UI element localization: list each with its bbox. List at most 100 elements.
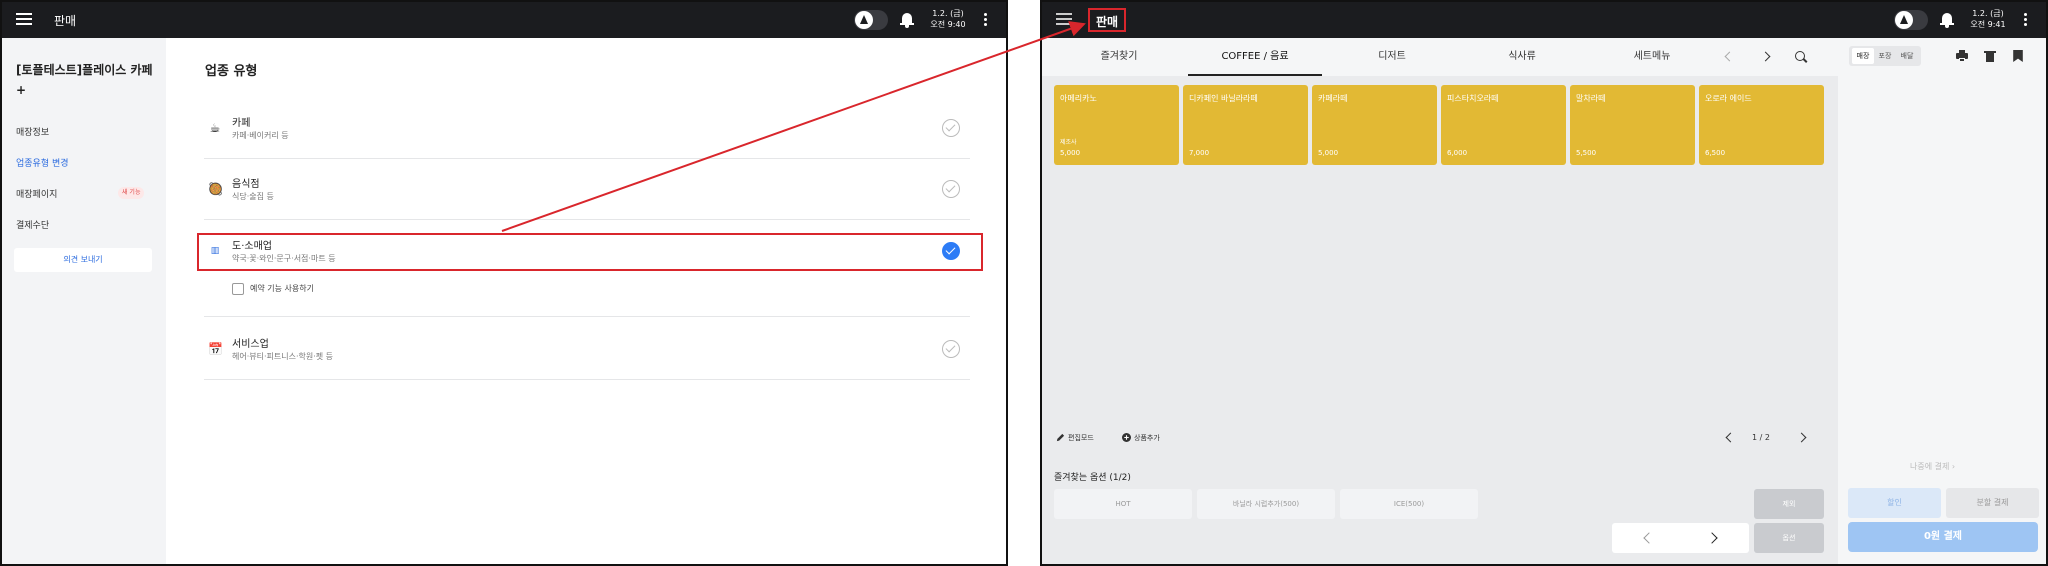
bell-icon[interactable] <box>900 12 914 28</box>
option-button[interactable]: 바닐라 시럽추가(500) <box>1197 489 1335 519</box>
cart-panel: 매장 포장 배달 나중에 결제 › 할인 분할 결제 0원 결제 <box>1838 38 2046 564</box>
type-desc: 식당·술집 등 <box>232 192 274 201</box>
screenshot-root: 판매 1.2. (금) 오전 9:40 [토플테스트]플레이스 카페+ 매장정보… <box>0 0 2048 566</box>
product-tile[interactable]: 오로라 에이드 6,500 <box>1699 85 1824 165</box>
top-bar: 판매 1.2. (금) 오전 9:40 <box>2 2 1006 38</box>
add-product-button[interactable]: 상품추가 <box>1122 433 1160 443</box>
divider <box>204 316 970 317</box>
mode-toggle[interactable] <box>1894 10 1928 30</box>
type-desc: 헤어·뷰티·피트니스·학원·펫 등 <box>232 352 334 361</box>
product-area: 즐겨찾기 COFFEE / 음료 디저트 식사류 세트메뉴 아메리카노 제조사 … <box>1042 38 1838 564</box>
more-icon[interactable] <box>984 13 988 27</box>
check-icon[interactable] <box>942 340 960 358</box>
settings-screen: 판매 1.2. (금) 오전 9:40 [토플테스트]플레이스 카페+ 매장정보… <box>0 0 1008 566</box>
mode-toggle[interactable] <box>854 10 888 30</box>
product-tile[interactable]: 카페라떼 5,000 <box>1312 85 1437 165</box>
coffee-icon: ☕ <box>209 121 221 135</box>
remove-button[interactable]: 제외 <box>1754 489 1824 519</box>
page-next-icon[interactable] <box>1796 431 1810 445</box>
page-indicator: 1 / 2 <box>1752 433 1770 442</box>
favorite-options-title: 즐겨찾는 옵션 (1/2) <box>1054 473 1131 483</box>
bookmark-icon[interactable] <box>2013 50 2023 62</box>
sidebar-item-payment[interactable]: 결제수단 <box>16 218 49 231</box>
sidebar-item-business-type[interactable]: 업종유형 변경 <box>16 156 69 169</box>
hamburger-menu-icon[interactable] <box>1056 13 1072 27</box>
product-name: 피스타치오라떼 <box>1447 94 1499 103</box>
type-name: 서비스업 <box>232 339 269 350</box>
product-price: 7,000 <box>1189 149 1210 157</box>
check-icon[interactable] <box>942 180 960 198</box>
product-name: 아메리카노 <box>1060 94 1097 103</box>
store-name: [토플테스트]플레이스 카페+ <box>16 63 153 97</box>
chevron-right-icon[interactable] <box>1760 50 1774 64</box>
product-tile[interactable]: 피스타치오라떼 6,000 <box>1441 85 1566 165</box>
time-text: 오전 9:41 <box>1970 20 2006 29</box>
tab-favorites[interactable]: 즐겨찾기 <box>1064 38 1174 76</box>
chevron-left-icon[interactable] <box>1640 531 1654 545</box>
date-text: 1.2. (금) <box>932 9 964 18</box>
product-tile[interactable]: 디카페인 바닐라라떼 7,000 <box>1183 85 1308 165</box>
pay-button[interactable]: 0원 결제 <box>1848 522 2038 552</box>
plus-circle-icon <box>1122 433 1131 442</box>
product-price: 6,500 <box>1705 149 1726 157</box>
business-type-restaurant[interactable]: 🥘 음식점 식당·술집 등 <box>204 160 970 220</box>
page-prev-icon[interactable] <box>1722 431 1736 445</box>
bell-icon[interactable] <box>1940 12 1954 28</box>
product-name: 디카페인 바닐라라떼 <box>1189 94 1258 103</box>
clock: 1.2. (금) 오전 9:41 <box>1968 8 2008 30</box>
sidebar-item-store-page[interactable]: 매장페이지 <box>16 187 57 200</box>
option-button[interactable]: HOT <box>1054 489 1192 519</box>
category-tabs: 즐겨찾기 COFFEE / 음료 디저트 식사류 세트메뉴 <box>1042 38 1838 76</box>
option-button[interactable]: ICE(500) <box>1340 489 1478 519</box>
discount-button[interactable]: 할인 <box>1848 488 1941 518</box>
edit-mode-label: 편집모드 <box>1068 434 1094 442</box>
pay-later-link[interactable]: 나중에 결제 › <box>1910 461 1955 472</box>
printer-icon[interactable] <box>1956 50 1968 62</box>
option-button[interactable]: 옵션 <box>1754 523 1824 553</box>
divider <box>204 379 970 380</box>
tab-dessert[interactable]: 디저트 <box>1342 38 1442 76</box>
product-tile[interactable]: 아메리카노 제조사 5,000 <box>1054 85 1179 165</box>
pencil-icon <box>1056 433 1065 442</box>
business-type-cafe[interactable]: ☕ 카페 카페·베이커리 등 <box>204 99 970 159</box>
type-desc: 카페·베이커리 등 <box>232 131 289 140</box>
top-bar: 판매 1.2. (금) 오전 9:41 <box>1042 2 2046 38</box>
order-type-delivery[interactable]: 배달 <box>1896 48 1918 64</box>
product-name: 카페라떼 <box>1318 94 1348 103</box>
more-icon[interactable] <box>2024 13 2028 27</box>
product-price: 5,000 <box>1318 149 1339 157</box>
search-icon[interactable] <box>1794 50 1808 64</box>
check-icon[interactable] <box>942 119 960 137</box>
app-title: 판매 <box>54 14 77 28</box>
business-type-service[interactable]: 📅 서비스업 헤어·뷰티·피트니스·학원·펫 등 <box>204 320 970 380</box>
chevron-left-icon[interactable] <box>1722 50 1736 64</box>
pos-sale-screen: 판매 1.2. (금) 오전 9:41 즐겨찾기 COFFEE / 음료 디저트… <box>1040 0 2048 566</box>
split-pay-button[interactable]: 분할 결제 <box>1946 488 2039 518</box>
type-name: 음식점 <box>232 179 260 190</box>
food-icon: 🥘 <box>208 182 223 196</box>
hamburger-menu-icon[interactable] <box>16 11 32 27</box>
logo-icon <box>855 11 873 29</box>
time-text: 오전 9:40 <box>930 20 966 29</box>
product-tile[interactable]: 말차라떼 5,500 <box>1570 85 1695 165</box>
product-name: 오로라 에이드 <box>1705 94 1752 103</box>
tab-set-menu[interactable]: 세트메뉴 <box>1602 38 1702 76</box>
order-type-takeout[interactable]: 포장 <box>1874 48 1896 64</box>
logo-icon <box>1895 11 1913 29</box>
trash-icon[interactable] <box>1984 50 1996 62</box>
reservation-checkbox[interactable] <box>232 283 244 295</box>
reservation-label: 예약 기능 사용하기 <box>250 284 314 293</box>
chevron-right-icon[interactable] <box>1707 531 1721 545</box>
order-type-selector: 매장 포장 배달 <box>1849 46 1921 66</box>
divider <box>204 158 970 159</box>
sidebar-item-store-info[interactable]: 매장정보 <box>16 125 49 138</box>
add-product-label: 상품추가 <box>1134 434 1160 442</box>
product-sub: 제조사 <box>1060 139 1077 146</box>
tab-meal[interactable]: 식사류 <box>1472 38 1572 76</box>
edit-mode-button[interactable]: 편집모드 <box>1056 433 1094 443</box>
product-price: 6,000 <box>1447 149 1468 157</box>
divider <box>204 219 970 220</box>
order-type-dine-in[interactable]: 매장 <box>1852 48 1874 64</box>
tab-coffee[interactable]: COFFEE / 음료 <box>1188 38 1322 76</box>
feedback-button[interactable]: 의견 보내기 <box>14 248 152 272</box>
